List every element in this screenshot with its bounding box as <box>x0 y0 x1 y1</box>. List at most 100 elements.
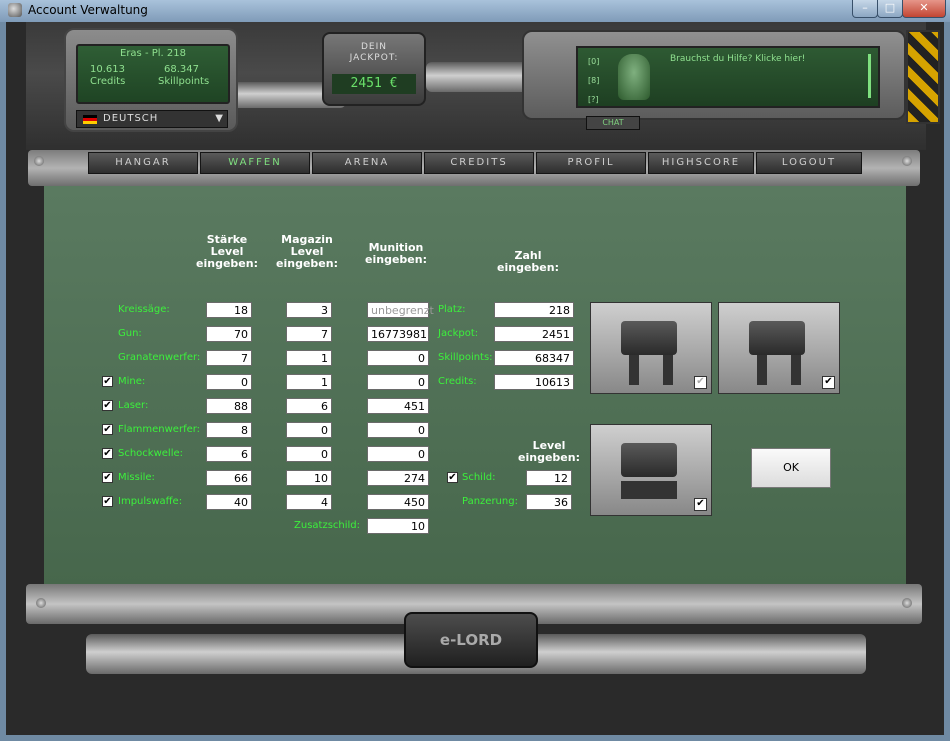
weapon-label: Kreissäge: <box>118 304 170 315</box>
magazin-input[interactable]: 6 <box>286 398 332 414</box>
weapon-label: Schockwelle: <box>118 448 183 459</box>
chevron-down-icon[interactable]: ▼ <box>215 111 223 127</box>
header-panel: Eras - Pl. 218 10.613 Credits 68.347 Ski… <box>26 22 940 150</box>
tab-credits[interactable]: CREDITS <box>424 152 534 174</box>
weapon-checkbox[interactable]: ✔ <box>102 424 113 435</box>
robot-body <box>621 443 677 477</box>
robot-body <box>749 321 805 355</box>
screw-icon <box>34 156 44 166</box>
panzerung-input[interactable]: 36 <box>526 494 572 510</box>
elord-logo: e-LORD <box>404 612 538 668</box>
weapon-checkbox[interactable]: ✔ <box>102 400 113 411</box>
skillpoints-input[interactable]: 68347 <box>494 350 574 366</box>
chat-display[interactable]: [0] [8] [?] Brauchst du Hilfe? Klicke hi… <box>576 46 880 108</box>
header-line: eingeben: <box>196 257 258 270</box>
schild-label: Schild: <box>462 472 496 483</box>
robot-leg <box>663 355 673 385</box>
help-link[interactable]: Brauchst du Hilfe? Klicke hier! <box>670 54 805 64</box>
magazin-input[interactable]: 3 <box>286 302 332 318</box>
magazin-input[interactable]: 0 <box>286 446 332 462</box>
staerke-input[interactable]: 88 <box>206 398 252 414</box>
jackpot-display: DEIN JACKPOT: 2451 € <box>322 32 426 106</box>
chat-line: [8] <box>588 76 600 85</box>
platz-input[interactable]: 218 <box>494 302 574 318</box>
stat-label: Skillpoints: <box>438 352 493 363</box>
tab-profil[interactable]: PROFIL <box>536 152 646 174</box>
robot-image[interactable]: ✔ <box>590 424 712 516</box>
magazin-input[interactable]: 0 <box>286 422 332 438</box>
robot-image[interactable]: ✔ <box>718 302 840 394</box>
header-line: eingeben: <box>518 451 580 464</box>
chat-line: [0] <box>588 57 600 66</box>
german-flag-icon <box>83 115 97 124</box>
header-line: eingeben: <box>276 257 338 270</box>
munition-input[interactable]: 274 <box>367 470 429 486</box>
title-bar: Account Verwaltung – □ ✕ <box>0 0 950 22</box>
staerke-input[interactable]: 40 <box>206 494 252 510</box>
munition-input[interactable]: 0 <box>367 422 429 438</box>
jackpot-input[interactable]: 2451 <box>494 326 574 342</box>
magazin-input[interactable]: 7 <box>286 326 332 342</box>
munition-input[interactable]: 0 <box>367 374 429 390</box>
language-label: DEUTSCH <box>103 113 159 124</box>
staerke-input[interactable]: 8 <box>206 422 252 438</box>
weapon-checkbox[interactable]: ✔ <box>102 376 113 387</box>
maximize-button[interactable]: □ <box>877 0 903 18</box>
tab-arena[interactable]: ARENA <box>312 152 422 174</box>
minimize-button[interactable]: – <box>852 0 878 18</box>
jackpot-label-line1: DEIN <box>360 42 387 52</box>
chat-lines: [0] [8] [?] <box>588 52 599 109</box>
player-name: Eras - Pl. 218 <box>120 48 186 59</box>
screw-icon <box>902 156 912 166</box>
chat-line: [?] <box>588 95 599 104</box>
jackpot-value: 2451 € <box>332 74 416 94</box>
close-button[interactable]: ✕ <box>902 0 946 18</box>
robot-leg <box>757 355 767 385</box>
weapon-checkbox[interactable]: ✔ <box>102 496 113 507</box>
tab-logout[interactable]: LOGOUT <box>756 152 862 174</box>
panzerung-label: Panzerung: <box>462 496 518 507</box>
munition-input[interactable]: 16773981 <box>367 326 429 342</box>
weapon-checkbox[interactable]: ✔ <box>102 472 113 483</box>
robot-tracks <box>621 481 677 499</box>
tab-waffen[interactable]: WAFFEN <box>200 152 310 174</box>
staerke-input[interactable]: 7 <box>206 350 252 366</box>
staerke-input[interactable]: 0 <box>206 374 252 390</box>
language-select[interactable]: DEUTSCH ▼ <box>76 110 228 128</box>
munition-input[interactable]: 450 <box>367 494 429 510</box>
chat-button[interactable]: CHAT <box>586 116 640 130</box>
zusatzschild-input[interactable]: 10 <box>367 518 429 534</box>
stat-label: Platz: <box>438 304 466 315</box>
schild-input[interactable]: 12 <box>526 470 572 486</box>
magazin-input[interactable]: 1 <box>286 374 332 390</box>
munition-input[interactable]: 0 <box>367 350 429 366</box>
robot-checkbox[interactable]: ✔ <box>694 498 707 511</box>
stat-label: Credits: <box>438 376 477 387</box>
chat-scrollbar[interactable] <box>868 54 871 98</box>
jackpot-label-line2: JACKPOT: <box>349 53 399 63</box>
staerke-input[interactable]: 6 <box>206 446 252 462</box>
staerke-input[interactable]: 66 <box>206 470 252 486</box>
tab-highscore[interactable]: HIGHSCORE <box>648 152 754 174</box>
schild-checkbox[interactable]: ✔ <box>447 472 458 483</box>
munition-input[interactable]: 451 <box>367 398 429 414</box>
ok-button[interactable]: OK <box>751 448 831 488</box>
robot-checkbox[interactable]: ✔ <box>694 376 707 389</box>
staerke-input[interactable]: 70 <box>206 326 252 342</box>
assistant-avatar[interactable] <box>618 54 650 100</box>
magazin-input[interactable]: 4 <box>286 494 332 510</box>
staerke-input[interactable]: 18 <box>206 302 252 318</box>
weapon-checkbox[interactable]: ✔ <box>102 448 113 459</box>
robot-image[interactable]: ✔ <box>590 302 712 394</box>
header-staerke: Stärke Level eingeben: <box>192 234 262 270</box>
robot-checkbox[interactable]: ✔ <box>822 376 835 389</box>
tab-hangar[interactable]: HANGAR <box>88 152 198 174</box>
skillpoints-label: Skillpoints <box>158 76 210 87</box>
munition-input[interactable]: 0 <box>367 446 429 462</box>
credits-input[interactable]: 10613 <box>494 374 574 390</box>
weapon-label: Granatenwerfer: <box>118 352 201 363</box>
magazin-input[interactable]: 10 <box>286 470 332 486</box>
header-zahl: Zahl eingeben: <box>488 250 568 274</box>
munition-input[interactable]: unbegrenzt <box>367 302 434 318</box>
magazin-input[interactable]: 1 <box>286 350 332 366</box>
